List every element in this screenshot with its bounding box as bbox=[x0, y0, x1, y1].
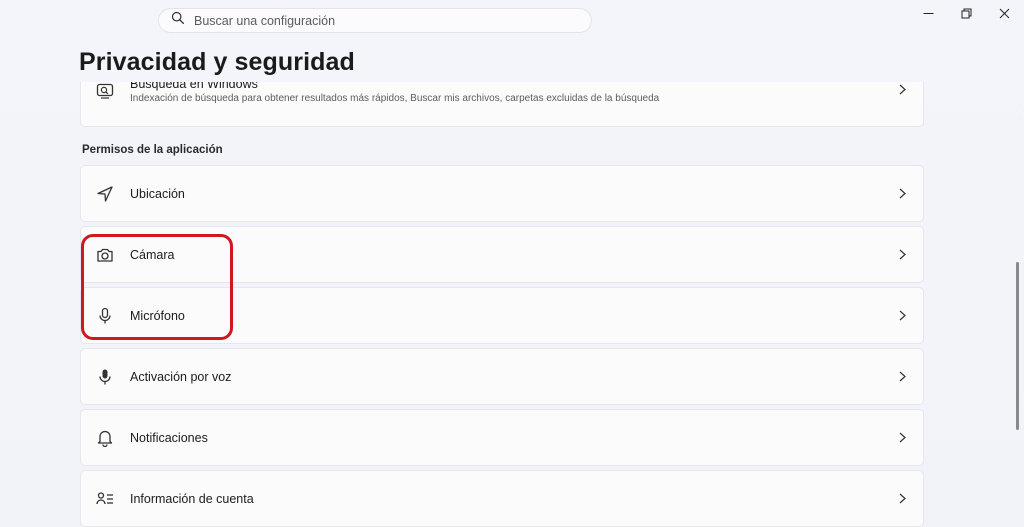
settings-list[interactable]: Búsqueda en Windows Indexación de búsque… bbox=[0, 82, 1024, 527]
search-icon bbox=[171, 11, 185, 30]
search-windows-description: Indexación de búsqueda para obtener resu… bbox=[130, 93, 660, 104]
search-windows-title: Búsqueda en Windows bbox=[130, 82, 258, 91]
close-button[interactable] bbox=[984, 0, 1024, 26]
chevron-right-icon bbox=[897, 188, 907, 200]
item-label: Activación por voz bbox=[130, 369, 232, 384]
search-windows-item[interactable]: Búsqueda en Windows Indexación de búsque… bbox=[80, 82, 924, 127]
close-icon bbox=[999, 8, 1009, 18]
highlight-annotation bbox=[81, 234, 233, 340]
restore-button[interactable] bbox=[946, 0, 986, 26]
item-label: Notificaciones bbox=[130, 430, 208, 445]
page-title: Privacidad y seguridad bbox=[79, 48, 355, 76]
item-label: Información de cuenta bbox=[130, 491, 254, 506]
item-notifications[interactable]: Notificaciones bbox=[80, 409, 924, 466]
item-voice-activation[interactable]: Activación por voz bbox=[80, 348, 924, 405]
search-placeholder[interactable]: Buscar una configuración bbox=[194, 14, 335, 28]
voice-activation-icon bbox=[96, 368, 114, 386]
scrollbar-thumb[interactable] bbox=[1016, 262, 1019, 430]
item-location[interactable]: Ubicación bbox=[80, 165, 924, 222]
chevron-right-icon bbox=[897, 310, 907, 322]
search-box[interactable]: Buscar una configuración bbox=[158, 8, 592, 33]
minimize-icon bbox=[923, 12, 933, 14]
chevron-right-icon bbox=[897, 83, 907, 95]
chevron-right-icon bbox=[897, 249, 907, 261]
section-app-permissions: Permisos de la aplicación bbox=[82, 144, 223, 156]
location-icon bbox=[96, 185, 114, 203]
item-account-info[interactable]: Información de cuenta bbox=[80, 470, 924, 527]
item-label: Ubicación bbox=[130, 186, 185, 201]
minimize-button[interactable] bbox=[908, 0, 948, 26]
bell-icon bbox=[96, 429, 114, 447]
search-windows-icon bbox=[96, 82, 114, 100]
chevron-right-icon bbox=[897, 371, 907, 383]
restore-icon bbox=[961, 8, 971, 18]
chevron-right-icon bbox=[897, 493, 907, 505]
chevron-right-icon bbox=[897, 432, 907, 444]
account-info-icon bbox=[96, 490, 114, 508]
